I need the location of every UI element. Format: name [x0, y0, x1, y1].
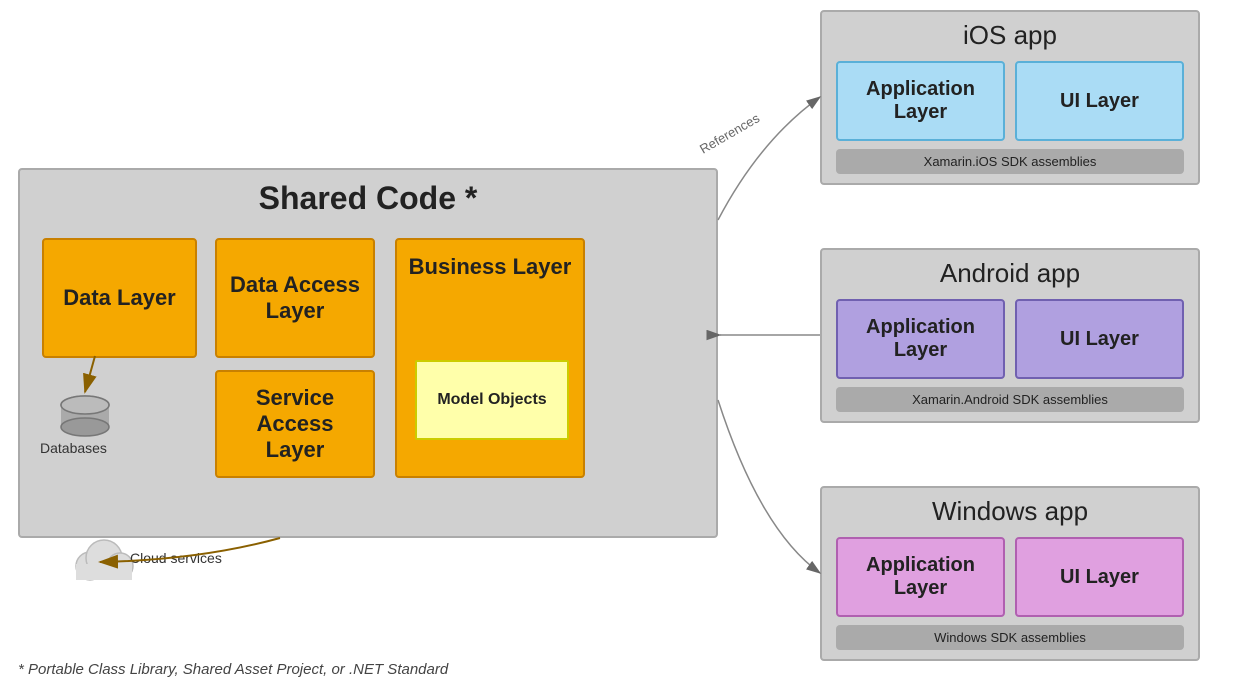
ios-ui-layer: UI Layer	[1015, 61, 1184, 141]
windows-sdk-bar: Windows SDK assemblies	[836, 625, 1184, 650]
ios-app-box: iOS app Application Layer UI Layer Xamar…	[820, 10, 1200, 185]
android-application-layer: Application Layer	[836, 299, 1005, 379]
model-objects-box: Model Objects	[415, 360, 569, 440]
service-access-layer-box: Service Access Layer	[215, 370, 375, 478]
android-sdk-bar: Xamarin.Android SDK assemblies	[836, 387, 1184, 412]
ios-sdk-bar: Xamarin.iOS SDK assemblies	[836, 149, 1184, 174]
ios-layers-row: Application Layer UI Layer	[822, 61, 1198, 141]
diagram-container: Shared Code * Data Layer Data Access Lay…	[0, 0, 1247, 688]
windows-app-title: Windows app	[822, 488, 1198, 533]
business-layer-box: Business Layer Model Objects	[395, 238, 585, 478]
android-app-title: Android app	[822, 250, 1198, 295]
shared-code-title: Shared Code *	[259, 180, 478, 217]
windows-ui-layer: UI Layer	[1015, 537, 1184, 617]
cloud-services-label: Cloud services	[130, 550, 222, 566]
database-icon	[58, 395, 112, 444]
svg-text:References: References	[697, 110, 763, 156]
windows-layers-row: Application Layer UI Layer	[822, 537, 1198, 617]
android-ui-layer: UI Layer	[1015, 299, 1184, 379]
databases-label: Databases	[40, 440, 107, 456]
ios-app-title: iOS app	[822, 12, 1198, 57]
windows-application-layer: Application Layer	[836, 537, 1005, 617]
data-access-layer-box: Data Access Layer	[215, 238, 375, 358]
data-layer-box: Data Layer	[42, 238, 197, 358]
windows-app-box: Windows app Application Layer UI Layer W…	[820, 486, 1200, 661]
footer-note: * Portable Class Library, Shared Asset P…	[18, 661, 448, 678]
android-layers-row: Application Layer UI Layer	[822, 299, 1198, 379]
shared-code-box: Shared Code * Data Layer Data Access Lay…	[18, 168, 718, 538]
ios-application-layer: Application Layer	[836, 61, 1005, 141]
android-app-box: Android app Application Layer UI Layer X…	[820, 248, 1200, 423]
